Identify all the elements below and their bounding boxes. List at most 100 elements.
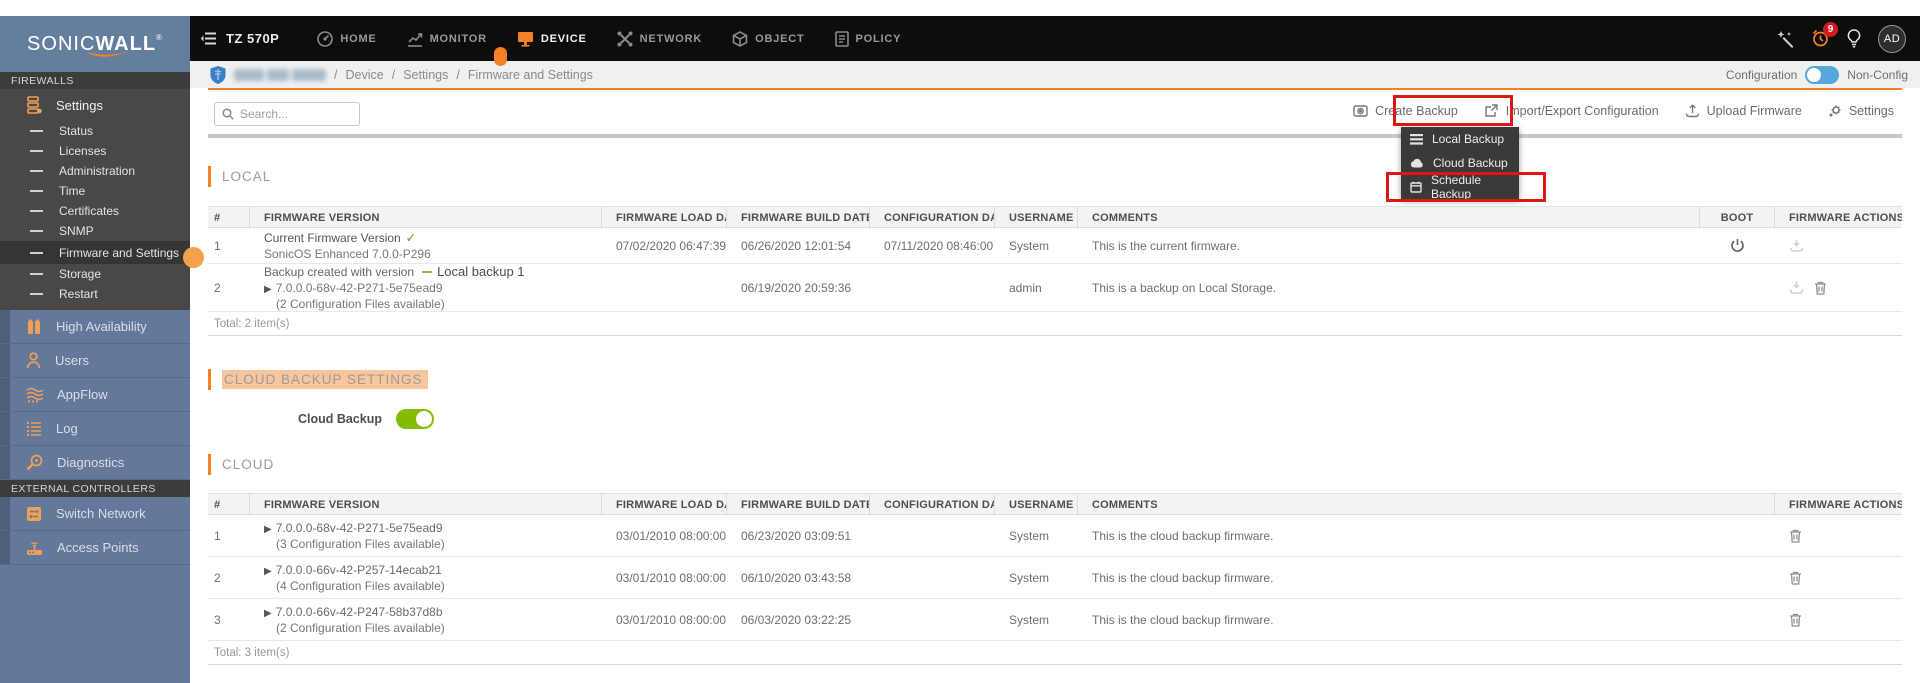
logo-swoosh [85, 50, 131, 60]
expand-arrow-icon[interactable]: ▶ [264, 608, 272, 619]
nav-item-monitor[interactable]: MONITOR [407, 31, 487, 47]
device-active-indicator-dot [494, 47, 507, 66]
flow-waves-icon [26, 387, 43, 403]
upload-firmware-button[interactable]: Upload Firmware [1685, 104, 1802, 118]
import-export-icon [1484, 104, 1499, 118]
sonicwall-logo: SONICWALL® [0, 16, 190, 72]
dash-icon [30, 230, 43, 232]
sidebar-item-licenses[interactable]: Licenses [0, 141, 190, 161]
switch-icon [26, 506, 42, 522]
sidebar-item-log[interactable]: Log [0, 412, 190, 446]
local-backup-icon [1410, 134, 1423, 145]
notification-count-badge: 9 [1823, 22, 1838, 37]
import-export-configuration-button[interactable]: Import/Export Configuration [1484, 104, 1659, 118]
cloud-section-title: CLOUD [208, 454, 274, 475]
sidebar-item-status[interactable]: Status [0, 121, 190, 141]
sidebar-item-access-points[interactable]: Access Points [0, 531, 190, 565]
main-content: Create Backup Import/Export Configuratio… [190, 88, 1920, 683]
top-nav-bar: TZ 570P HOME MONITOR DEVICE NETWORK [0, 16, 1920, 61]
config-mode-toggle[interactable] [1805, 66, 1839, 84]
dash-icon [30, 252, 43, 254]
redacted-device-name [234, 69, 326, 81]
table-row: 3 ▶7.0.0.0-66v-42-P247-58b37d8b (2 Confi… [208, 599, 1902, 641]
sidebar-item-switch-network[interactable]: Switch Network [0, 497, 190, 531]
download-firmware-icon[interactable] [1789, 239, 1804, 252]
wizard-wand-icon[interactable] [1776, 30, 1794, 48]
download-firmware-icon[interactable] [1789, 281, 1804, 294]
dash-icon [30, 150, 43, 152]
notification-bell-icon[interactable]: 9 [1811, 29, 1830, 48]
sidebar-item-snmp[interactable]: SNMP [0, 221, 190, 241]
nav-item-network[interactable]: NETWORK [617, 31, 702, 47]
table-row: 2 Backup created with versionLocal backu… [208, 264, 1902, 312]
upload-icon [1685, 104, 1700, 118]
delete-trash-icon[interactable] [1814, 281, 1827, 295]
sidebar-item-appflow[interactable]: AppFlow [0, 378, 190, 412]
cloud-backup-toggle-label: Cloud Backup [222, 412, 382, 426]
expand-arrow-icon[interactable]: ▶ [264, 566, 272, 577]
home-icon [317, 31, 333, 47]
orange-divider [208, 88, 1902, 90]
sidebar-item-administration[interactable]: Administration [0, 161, 190, 181]
delete-trash-icon[interactable] [1789, 613, 1802, 627]
access-point-icon [26, 540, 43, 556]
breadcrumb-device[interactable]: Device [345, 68, 383, 82]
menu-item-schedule-backup[interactable]: Schedule Backup [1401, 175, 1519, 199]
sidebar-section-external-controllers: EXTERNAL CONTROLLERS [0, 480, 190, 497]
collapse-menu-icon[interactable] [200, 32, 217, 45]
cloud-icon [1410, 158, 1424, 168]
cloud-backup-toggle[interactable] [396, 409, 434, 429]
server-stack-icon [26, 96, 42, 114]
policy-document-icon [835, 31, 849, 47]
table-row: 1 Current Firmware Version✓ SonicOS Enha… [208, 228, 1902, 264]
sidebar-item-diagnostics[interactable]: Diagnostics [0, 446, 190, 480]
table-row: 2 ▶7.0.0.0-66v-42-P257-14ecab21 (4 Confi… [208, 557, 1902, 599]
table-row: 1 ▶7.0.0.0-68v-42-P271-5e75ead9 (3 Confi… [208, 515, 1902, 557]
user-avatar[interactable]: AD [1878, 25, 1906, 53]
delete-trash-icon[interactable] [1789, 571, 1802, 585]
sidebar-item-storage[interactable]: Storage [0, 264, 190, 284]
active-page-indicator-dot [183, 247, 204, 268]
sidebar-item-time[interactable]: Time [0, 181, 190, 201]
toolbar-divider [208, 134, 1902, 138]
nav-item-object[interactable]: OBJECT [732, 31, 804, 47]
sidebar-item-certificates[interactable]: Certificates [0, 201, 190, 221]
boot-power-icon[interactable] [1730, 238, 1745, 253]
expand-arrow-icon[interactable]: ▶ [264, 524, 272, 535]
nav-item-home[interactable]: HOME [317, 31, 376, 47]
dash-icon [30, 210, 43, 212]
breadcrumb-settings[interactable]: Settings [403, 68, 448, 82]
cloud-total: Total: 3 item(s) [208, 641, 1902, 665]
local-section-title: LOCAL [208, 166, 271, 187]
settings-button[interactable]: Settings [1828, 104, 1894, 118]
nav-item-policy[interactable]: POLICY [835, 31, 902, 47]
green-dash-icon [422, 271, 432, 273]
sidebar-item-firmware-and-settings[interactable]: Firmware and Settings [0, 241, 190, 264]
device-monitor-icon [517, 31, 534, 47]
create-backup-dropdown: Local Backup Cloud Backup Schedule Backu… [1401, 127, 1519, 199]
local-firmware-table: # FIRMWARE VERSION FIRMWARE LOAD DATE FI… [208, 206, 1902, 336]
calendar-icon [1410, 181, 1422, 193]
expand-arrow-icon[interactable]: ▶ [264, 284, 272, 295]
gear-icon [1828, 104, 1842, 118]
sidebar-item-settings[interactable]: Settings [0, 89, 190, 121]
lightbulb-icon[interactable] [1847, 29, 1861, 48]
firewall-model-label: TZ 570P [226, 31, 279, 46]
delete-trash-icon[interactable] [1789, 529, 1802, 543]
log-list-icon [26, 421, 42, 437]
breadcrumb-firmware-settings: Firmware and Settings [468, 68, 593, 82]
create-backup-button[interactable]: Create Backup [1353, 104, 1458, 118]
sidebar-item-high-availability[interactable]: High Availability [0, 310, 190, 344]
non-config-mode-label: Non-Config [1847, 68, 1908, 82]
nav-item-device[interactable]: DEVICE [517, 31, 587, 47]
menu-item-local-backup[interactable]: Local Backup [1401, 127, 1519, 151]
menu-item-cloud-backup[interactable]: Cloud Backup [1401, 151, 1519, 175]
firewall-model-selector[interactable]: TZ 570P [200, 31, 279, 46]
network-nodes-icon [617, 31, 633, 47]
search-input[interactable] [240, 107, 345, 121]
sidebar-item-users[interactable]: Users [0, 344, 190, 378]
breadcrumb-bar: / Device / Settings / Firmware and Setti… [190, 61, 1920, 88]
shield-icon [210, 66, 226, 84]
local-total: Total: 2 item(s) [208, 312, 1902, 336]
sidebar-item-restart[interactable]: Restart [0, 284, 190, 304]
